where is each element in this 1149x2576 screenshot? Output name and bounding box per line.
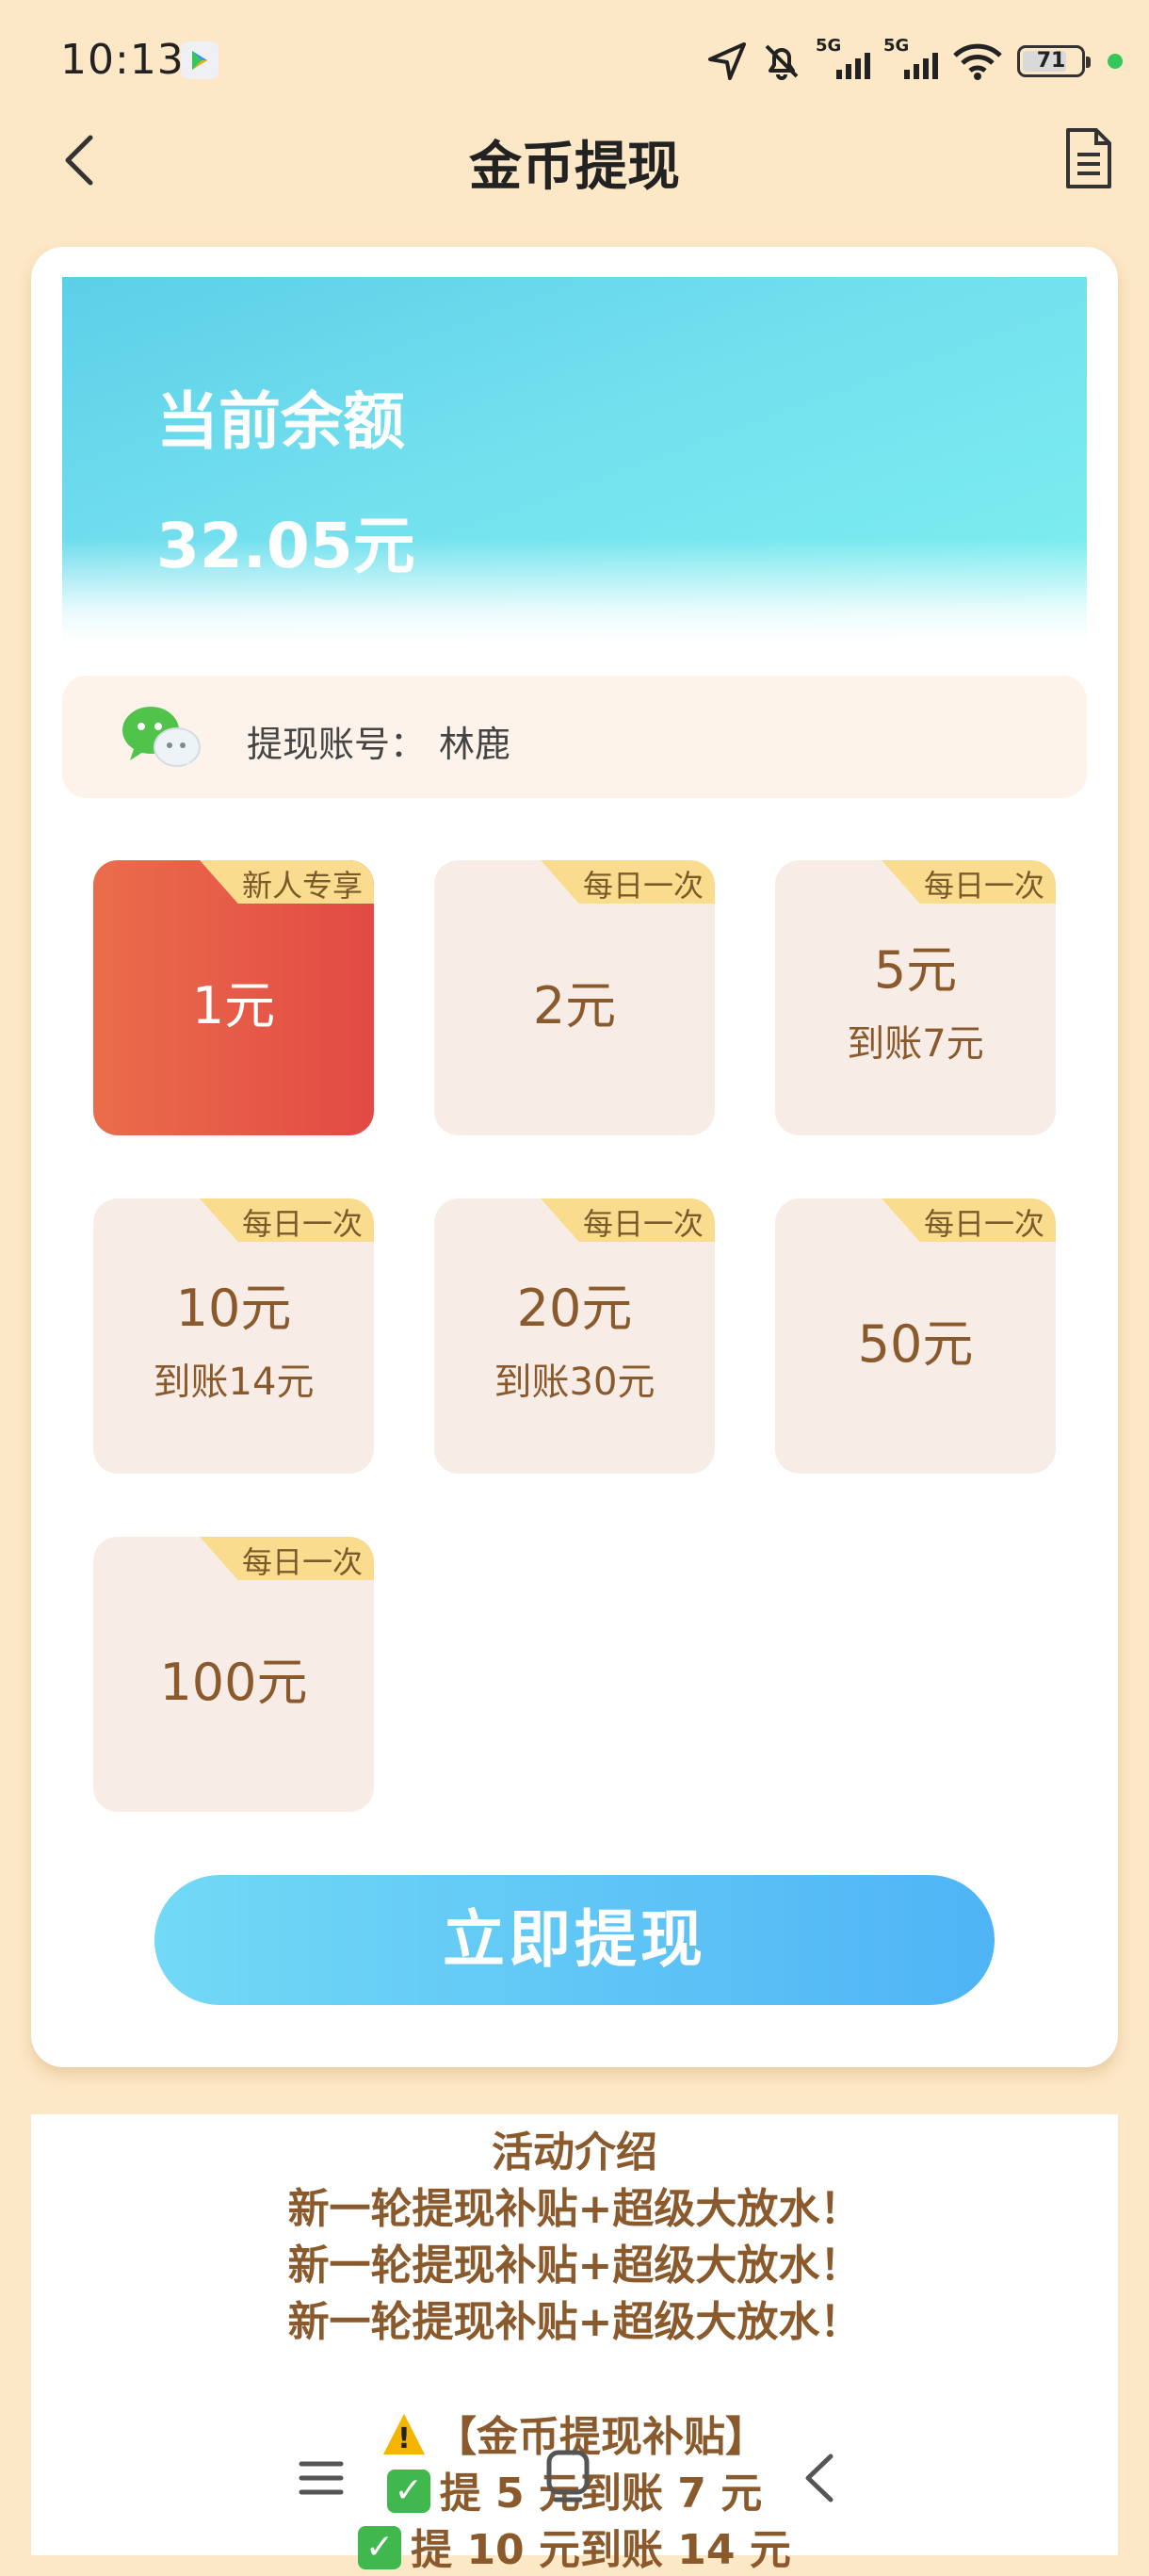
option-tag: 每日一次 bbox=[541, 860, 715, 904]
activity-intro: 活动介绍 新一轮提现补贴+超级大放水！ 新一轮提现补贴+超级大放水！ 新一轮提现… bbox=[31, 2114, 1118, 2574]
option-amount: 10元 bbox=[175, 1279, 292, 1338]
option-amount: 2元 bbox=[532, 976, 617, 1035]
option-amount: 5元 bbox=[873, 940, 958, 1000]
balance-label: 当前余额 bbox=[156, 385, 405, 458]
play-store-icon bbox=[181, 41, 218, 79]
status-time: 10:13 bbox=[60, 36, 185, 84]
option-credit: 到账7元 bbox=[847, 1022, 984, 1066]
signal-5g-icon-2: 5G bbox=[883, 36, 938, 83]
option-tag: 新人专享 bbox=[200, 860, 374, 904]
withdraw-option-1[interactable]: 新人专享 1元 bbox=[93, 860, 374, 1135]
option-tag: 每日一次 bbox=[541, 1198, 715, 1242]
intro-title: 活动介绍 bbox=[492, 2128, 657, 2177]
option-tag: 每日一次 bbox=[882, 1198, 1056, 1242]
withdraw-now-button[interactable]: 立即提现 bbox=[154, 1875, 995, 2005]
signal-5g-icon: 5G bbox=[816, 36, 870, 83]
page-title: 金币提现 bbox=[469, 137, 680, 198]
option-tag: 每日一次 bbox=[200, 1537, 374, 1580]
withdraw-option-20[interactable]: 每日一次 20元 到账30元 bbox=[434, 1198, 715, 1474]
intro-line: 新一轮提现补贴+超级大放水！ bbox=[287, 2298, 862, 2346]
withdraw-account: 提现账号： 林鹿 bbox=[62, 676, 1087, 798]
withdraw-option-2[interactable]: 每日一次 2元 bbox=[434, 860, 715, 1135]
rule-text: 提 5 元到账 7 元 bbox=[439, 2470, 763, 2518]
warning-icon: ! bbox=[382, 2413, 426, 2455]
withdraw-option-100[interactable]: 每日一次 100元 bbox=[93, 1537, 374, 1812]
privacy-indicator-dot bbox=[1108, 54, 1123, 69]
mute-bell-icon bbox=[765, 44, 799, 80]
option-tag: 每日一次 bbox=[200, 1198, 374, 1242]
check-icon: ✓ bbox=[386, 2470, 430, 2513]
location-icon bbox=[708, 42, 746, 80]
withdraw-option-10[interactable]: 每日一次 10元 到账14元 bbox=[93, 1198, 374, 1474]
option-credit: 到账30元 bbox=[494, 1361, 655, 1404]
withdraw-option-50[interactable]: 每日一次 50元 bbox=[775, 1198, 1056, 1474]
app-header: 金币提现 bbox=[0, 111, 1149, 205]
wechat-icon bbox=[122, 707, 201, 768]
balance-amount: 32.05元 bbox=[156, 510, 415, 582]
subsidy-heading-row: ! 【金币提现补贴】 bbox=[31, 2403, 1118, 2463]
account-label: 提现账号： bbox=[247, 724, 427, 765]
wifi-icon bbox=[953, 43, 1002, 80]
option-tag: 每日一次 bbox=[882, 860, 1056, 904]
battery-level: 71 bbox=[1036, 49, 1066, 73]
rule-text: 提 10 元到账 14 元 bbox=[411, 2526, 791, 2574]
status-bar: 10:13 5G 5G 71 bbox=[0, 0, 1149, 122]
account-name: 林鹿 bbox=[439, 724, 511, 765]
withdraw-now-label: 立即提现 bbox=[443, 1903, 706, 1976]
intro-line: 新一轮提现补贴+超级大放水！ bbox=[287, 2242, 862, 2290]
withdraw-option-5[interactable]: 每日一次 5元 到账7元 bbox=[775, 860, 1056, 1135]
option-amount: 100元 bbox=[159, 1653, 308, 1712]
intro-line: 新一轮提现补贴+超级大放水！ bbox=[287, 2185, 862, 2233]
option-amount: 1元 bbox=[191, 976, 276, 1035]
records-button[interactable] bbox=[1060, 124, 1117, 192]
battery-icon: 71 bbox=[1017, 45, 1091, 77]
option-amount: 20元 bbox=[516, 1279, 633, 1338]
subsidy-heading: 【金币提现补贴】 bbox=[435, 2413, 767, 2461]
check-icon: ✓ bbox=[358, 2526, 402, 2569]
option-amount: 50元 bbox=[857, 1314, 974, 1374]
rule-row: ✓ 提 10 元到账 14 元 bbox=[31, 2516, 1118, 2576]
option-credit: 到账14元 bbox=[153, 1361, 315, 1404]
rule-row: ✓ 提 5 元到账 7 元 bbox=[31, 2459, 1118, 2519]
withdraw-card: 当前余额 32.05元 提现账号： 林鹿 新人专享 1元 每日一次 2元 每日一… bbox=[31, 247, 1118, 2067]
balance-banner: 当前余额 32.05元 bbox=[62, 277, 1087, 643]
document-icon bbox=[1066, 128, 1111, 188]
